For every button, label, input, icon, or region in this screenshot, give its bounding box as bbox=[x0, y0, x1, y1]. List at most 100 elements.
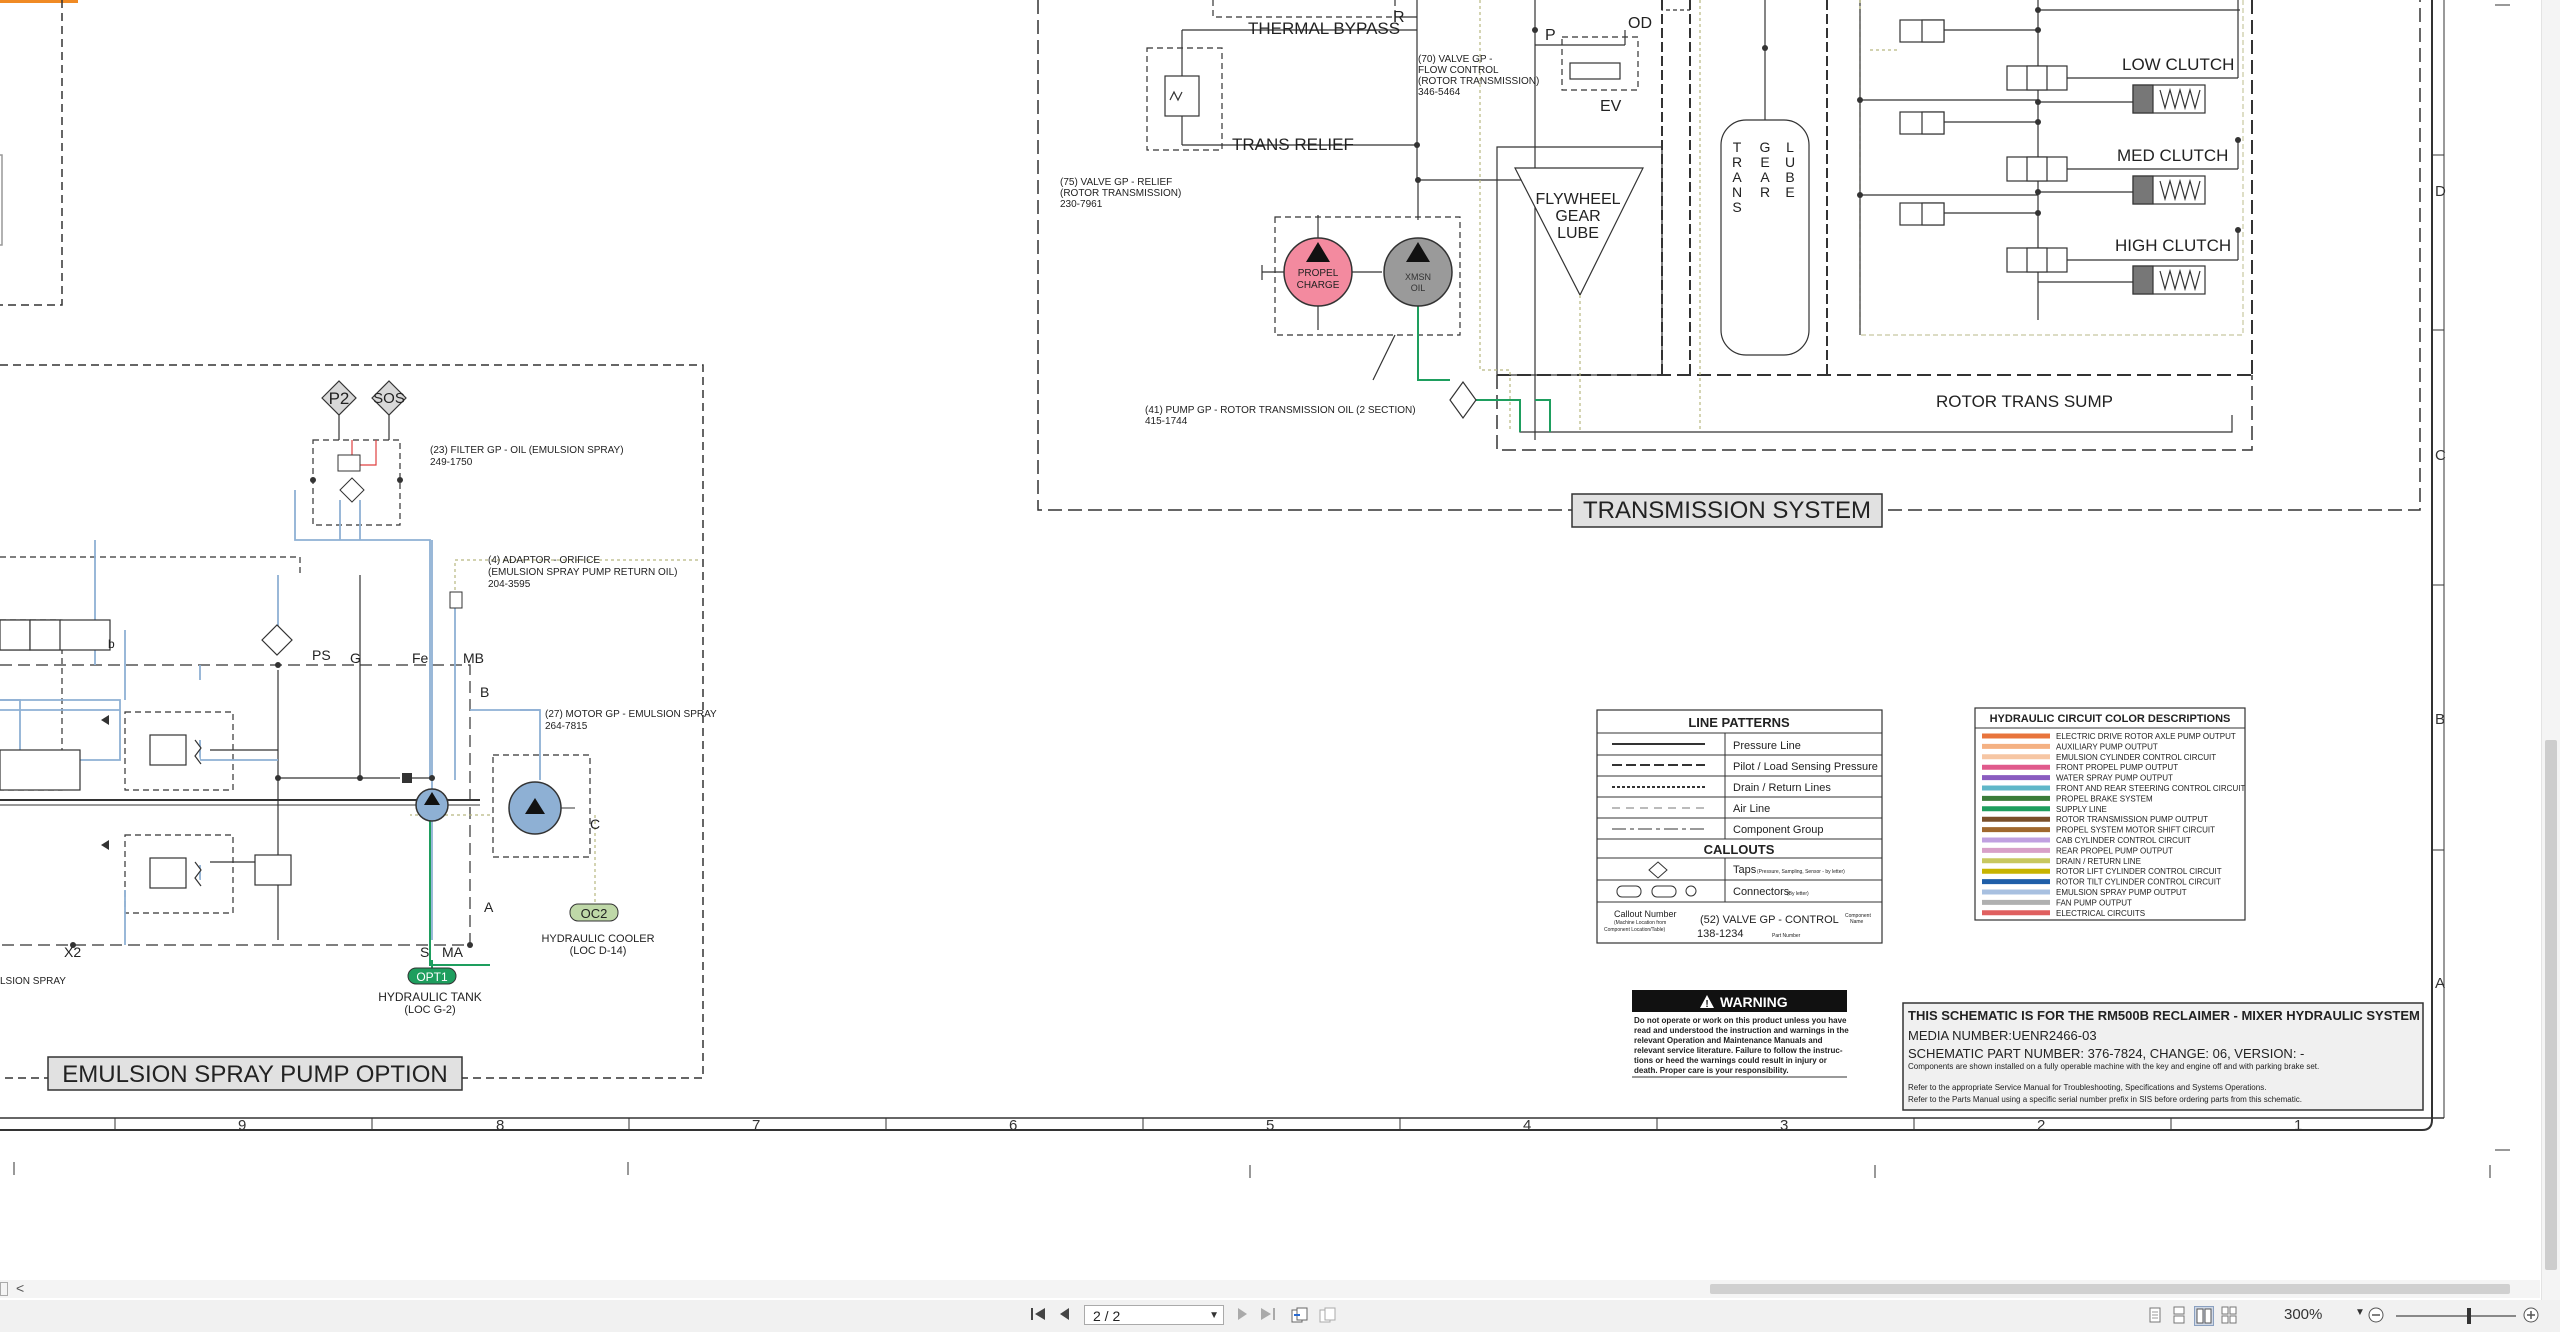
left-component-group-border bbox=[0, 0, 63, 306]
warning-title: WARNING bbox=[1720, 994, 1788, 1010]
next-page-icon bbox=[1238, 1308, 1247, 1320]
color-description-label: FAN PUMP OUTPUT bbox=[2056, 898, 2132, 907]
connectors-label: Connectors bbox=[1733, 886, 1790, 898]
continuous-page-icon bbox=[2173, 1306, 2185, 1324]
horizontal-scroll-thumb[interactable] bbox=[1710, 1284, 2510, 1294]
c-port-label: C bbox=[590, 816, 600, 832]
trans-letter: S bbox=[1732, 199, 1741, 215]
lube-letter: E bbox=[1785, 184, 1794, 200]
color-description-label: WATER SPRAY PUMP OUTPUT bbox=[2056, 774, 2173, 783]
single-page-view-button[interactable] bbox=[2146, 1306, 2164, 1324]
warning-line: relevant Operation and Maintenance Manua… bbox=[1634, 1036, 1823, 1045]
first-page-button[interactable] bbox=[1028, 1306, 1048, 1326]
flow-valve-callout-2: FLOW CONTROL bbox=[1418, 65, 1499, 76]
info-ref-2: Refer to the Parts Manual using a specif… bbox=[1908, 1095, 2302, 1104]
zoom-dropdown-icon[interactable]: ▼ bbox=[2355, 1307, 2365, 1318]
grid-col-9: 9 bbox=[238, 1117, 246, 1134]
trans-letter: N bbox=[1732, 184, 1742, 200]
callout-part-number-note: Part Number bbox=[1772, 933, 1801, 939]
info-ref-1: Refer to the appropriate Service Manual … bbox=[1908, 1083, 2266, 1092]
two-page-icon bbox=[2196, 1308, 2212, 1324]
fe-port-label: Fe bbox=[412, 650, 429, 666]
color-description-label: ROTOR TILT CYLINDER CONTROL CIRCUIT bbox=[2056, 878, 2221, 887]
previous-view-icon bbox=[1291, 1307, 1308, 1323]
go-forward-view-button[interactable] bbox=[1318, 1306, 1336, 1324]
grid-row-b: B bbox=[2435, 711, 2445, 728]
grid-col-1: 1 bbox=[2294, 1117, 2302, 1134]
previous-page-button[interactable] bbox=[1056, 1306, 1072, 1326]
g-port-label: G bbox=[350, 650, 361, 666]
p2-label: P2 bbox=[329, 389, 350, 408]
color-description-label: FRONT PROPEL PUMP OUTPUT bbox=[2056, 763, 2178, 772]
r-port-label: R bbox=[1393, 9, 1405, 26]
page-number-value: 2 / 2 bbox=[1093, 1308, 1121, 1324]
zoom-out-icon bbox=[2368, 1307, 2384, 1323]
trans-letter: T bbox=[1733, 139, 1742, 155]
vertical-scrollbar[interactable] bbox=[2541, 0, 2560, 1300]
pilot-line-label: Pilot / Load Sensing Pressure bbox=[1733, 761, 1878, 773]
relief-valve-callout-2: (ROTOR TRANSMISSION) bbox=[1060, 188, 1181, 199]
lube-letter: B bbox=[1785, 169, 1794, 185]
s-port-label: S bbox=[420, 944, 429, 960]
color-description-label: CAB CYLINDER CONTROL CIRCUIT bbox=[2056, 836, 2191, 845]
continuous-view-button[interactable] bbox=[2170, 1306, 2188, 1324]
transmission-system-title: TRANSMISSION SYSTEM bbox=[1583, 497, 1871, 524]
od-port-label: OD bbox=[1628, 15, 1652, 32]
gear-letter: R bbox=[1760, 184, 1770, 200]
lube-letter: L bbox=[1786, 139, 1794, 155]
adaptor-callout-2: (EMULSION SPRAY PUMP RETURN OIL) bbox=[488, 567, 677, 578]
taps-note: (Pressure, Sampling, Sensor - by letter) bbox=[1757, 869, 1845, 875]
schematic-canvas: 9 8 7 6 5 4 3 2 1 D C B A THERMAL BYPASS… bbox=[0, 0, 2560, 1280]
info-title: THIS SCHEMATIC IS FOR THE RM500B RECLAIM… bbox=[1908, 1008, 2420, 1023]
schematic-info-box: THIS SCHEMATIC IS FOR THE RM500B RECLAIM… bbox=[1902, 1002, 2424, 1111]
motor-callout: (27) MOTOR GP - EMULSION SPRAY bbox=[545, 709, 717, 720]
page-number-input[interactable]: 2 / 2 ▼ bbox=[1084, 1305, 1224, 1325]
horizontal-scrollbar[interactable]: < bbox=[0, 1280, 2540, 1298]
zoom-slider-handle[interactable] bbox=[2467, 1308, 2471, 1324]
filter-callout: (23) FILTER GP - OIL (EMULSION SPRAY) bbox=[430, 445, 624, 456]
zoom-out-button[interactable] bbox=[2367, 1306, 2385, 1324]
single-page-icon bbox=[2149, 1307, 2161, 1323]
warning-line: Do not operate or work on this product u… bbox=[1634, 1016, 1847, 1025]
scroll-left-arrow[interactable]: < bbox=[16, 1280, 24, 1296]
color-description-label: FRONT AND REAR STEERING CONTROL CIRCUIT bbox=[2056, 784, 2245, 793]
callout-number-note-1: (Machine Location from bbox=[1614, 920, 1666, 926]
hydraulic-cooler-label: HYDRAULIC COOLER bbox=[541, 933, 654, 945]
propel-charge-label-2: CHARGE bbox=[1297, 280, 1340, 291]
connectors-note: (By letter) bbox=[1787, 891, 1809, 897]
next-page-button[interactable] bbox=[1234, 1306, 1250, 1326]
page-dropdown-icon[interactable]: ▼ bbox=[1209, 1306, 1219, 1326]
grid-col-8: 8 bbox=[496, 1117, 504, 1134]
pressure-line-label: Pressure Line bbox=[1733, 740, 1801, 752]
line-patterns-title: LINE PATTERNS bbox=[1688, 715, 1790, 730]
zoom-in-button[interactable] bbox=[2522, 1306, 2540, 1324]
callout-number-note-2: Component Location/Table) bbox=[1604, 927, 1665, 933]
x2-port-label: X2 bbox=[64, 944, 81, 960]
trans-letter: R bbox=[1732, 154, 1742, 170]
two-page-view-button[interactable] bbox=[2194, 1306, 2214, 1326]
color-description-label: ELECTRIC DRIVE ROTOR AXLE PUMP OUTPUT bbox=[2056, 732, 2236, 741]
grid-row-d: D bbox=[2435, 183, 2446, 200]
info-note: Components are shown installed on a full… bbox=[1908, 1062, 2319, 1071]
zoom-slider-track[interactable] bbox=[2396, 1315, 2516, 1317]
zoom-level[interactable]: 300% bbox=[2284, 1306, 2322, 1323]
callout-example: (52) VALVE GP - CONTROL bbox=[1700, 914, 1839, 926]
go-back-view-button[interactable] bbox=[1290, 1306, 1308, 1324]
flywheel-label-1: FLYWHEEL bbox=[1535, 191, 1620, 208]
component-group-label: Component Group bbox=[1733, 824, 1824, 836]
next-view-icon bbox=[1319, 1307, 1336, 1323]
color-description-label: ROTOR LIFT CYLINDER CONTROL CIRCUIT bbox=[2056, 867, 2222, 876]
color-description-label: EMULSION SPRAY PUMP OUTPUT bbox=[2056, 888, 2187, 897]
color-description-label: DRAIN / RETURN LINE bbox=[2056, 857, 2141, 866]
warning-line: relevant service literature. Failure to … bbox=[1634, 1046, 1843, 1055]
vertical-scroll-thumb[interactable] bbox=[2545, 740, 2557, 1270]
opt1-label: OPT1 bbox=[416, 970, 448, 984]
hydraulic-tank-label: HYDRAULIC TANK bbox=[378, 990, 482, 1004]
last-page-button[interactable] bbox=[1258, 1306, 1278, 1326]
color-descriptions-title: HYDRAULIC CIRCUIT COLOR DESCRIPTIONS bbox=[1990, 713, 2231, 725]
two-page-continuous-view-button[interactable] bbox=[2220, 1306, 2238, 1324]
gear-letter: E bbox=[1760, 154, 1769, 170]
emulsion-spray-fragment: LSION SPRAY bbox=[0, 976, 66, 987]
hydraulic-cooler-loc: (LOC D-14) bbox=[570, 945, 627, 957]
filter-part: 249-1750 bbox=[430, 457, 473, 468]
